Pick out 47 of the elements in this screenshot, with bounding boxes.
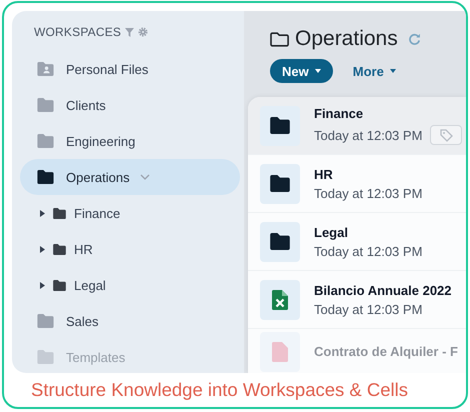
caret-right-icon[interactable] — [40, 210, 45, 216]
folder-icon — [270, 32, 289, 46]
folder-icon — [270, 117, 290, 134]
folder-icon — [37, 98, 54, 112]
caret-down-icon — [390, 69, 396, 73]
page-title: Operations — [295, 27, 398, 51]
item-name[interactable]: Legal — [314, 224, 422, 240]
section-header: WORKSPACES — [34, 25, 122, 39]
sidebar-item[interactable]: Operations — [20, 159, 240, 195]
tag-button[interactable] — [430, 125, 462, 145]
item-name[interactable]: HR — [314, 166, 422, 182]
folder-icon — [37, 170, 54, 184]
caret-right-icon[interactable] — [40, 246, 45, 252]
folder-icon — [37, 314, 54, 328]
folder-icon — [53, 208, 66, 218]
sidebar-item[interactable]: Personal Files — [20, 51, 240, 87]
item-name[interactable]: Bilancio Annuale 2022 — [314, 282, 452, 298]
new-button[interactable]: New — [270, 59, 333, 83]
folder-icon — [53, 280, 66, 290]
modified-date: Today at 12:03 PM — [314, 244, 422, 258]
sidebar-item[interactable]: HR — [20, 231, 240, 267]
filter-icon[interactable] — [125, 28, 134, 36]
chevron-down-icon[interactable] — [140, 174, 150, 180]
sidebar-item[interactable]: Clients — [20, 87, 240, 123]
refresh-icon[interactable] — [408, 32, 421, 46]
tag-icon — [440, 128, 453, 142]
folder-icon — [270, 233, 290, 250]
settings-icon[interactable] — [138, 27, 148, 37]
document-icon — [272, 342, 288, 362]
modified-date: Today at 12:03 PM — [314, 302, 422, 316]
caption: Structure Knowledge into Workspaces & Cells — [31, 379, 408, 401]
folder-icon — [270, 175, 290, 192]
sidebar-item[interactable]: Finance — [20, 195, 240, 231]
sidebar-item[interactable]: Legal — [20, 267, 240, 303]
folder-icon — [37, 134, 54, 148]
sidebar-item[interactable]: Engineering — [20, 123, 240, 159]
more-button[interactable]: More — [348, 59, 400, 83]
sidebar-item[interactable]: Sales — [20, 303, 240, 339]
folder-icon — [53, 244, 66, 254]
modified-date: Today at 12:03 PM — [314, 186, 422, 200]
folder-icon — [37, 350, 54, 364]
modified-date: Today at 12:03 PM — [314, 128, 422, 142]
user-folder-icon — [37, 62, 54, 76]
spreadsheet-icon — [272, 290, 288, 310]
caret-down-icon — [314, 69, 321, 73]
item-name[interactable]: Finance — [314, 106, 462, 121]
caret-right-icon[interactable] — [40, 282, 45, 288]
